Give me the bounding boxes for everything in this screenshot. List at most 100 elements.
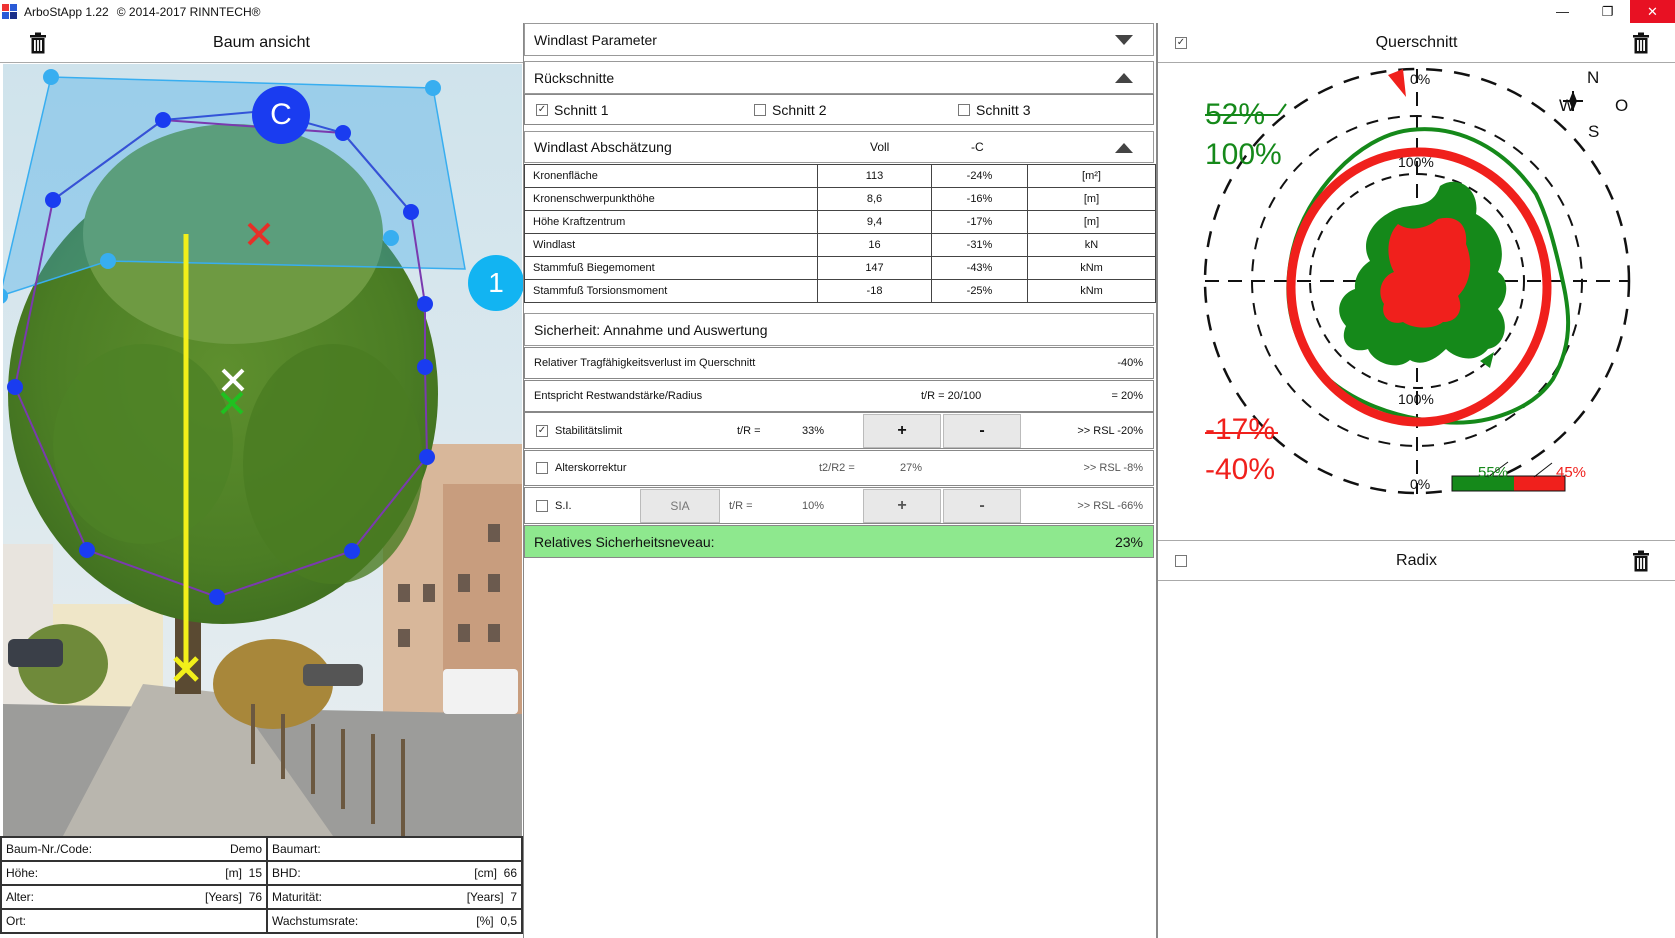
alterskorrektur-row: Alterskorrektur t2/R2 = 27% >> RSL -8% — [524, 450, 1154, 486]
label-bar-red: 45% — [1556, 464, 1587, 481]
stabilitaetslimit-row: ✓ Stabilitätslimit t/R = 33% + - >> RSL … — [524, 412, 1154, 449]
si-label: S.I. — [555, 499, 572, 512]
row-label: Stammfuß Biegemoment — [524, 256, 818, 280]
chevron-up-icon — [1115, 73, 1133, 83]
sia-button[interactable]: SIA — [640, 489, 720, 523]
row-c: -25% — [931, 279, 1028, 303]
row-voll: 8,6 — [817, 187, 932, 211]
stab-result: >> RSL -20% — [1077, 424, 1143, 437]
row-label: Kronenfläche — [524, 164, 818, 188]
close-button[interactable]: ✕ — [1630, 0, 1675, 23]
row-unit: kNm — [1027, 279, 1156, 303]
schnitt-3-checkbox[interactable] — [958, 103, 970, 116]
radix-checkbox[interactable] — [1175, 555, 1187, 567]
schnitt-1-checkbox[interactable]: ✓ — [536, 103, 548, 116]
alter-label: Alterskorrektur — [555, 462, 627, 474]
left-header: Baum ansicht — [0, 23, 523, 63]
left-panel: Baum ansicht C 1 Baum-Nr./Code: Demo Bau… — [0, 23, 523, 938]
windlast-parameter-header[interactable]: Windlast Parameter — [524, 23, 1154, 56]
label-zero-top: 0% — [1410, 71, 1431, 87]
row-voll: 113 — [817, 164, 932, 188]
si-tr: t/R = — [729, 499, 753, 512]
radix-title: Radix — [1396, 551, 1437, 569]
trash-icon[interactable] — [29, 32, 47, 54]
si-pct: 10% — [802, 499, 825, 512]
stab-pct: 33% — [802, 424, 825, 437]
sicherheit-header[interactable]: Sicherheit: Annahme und Auswertung — [524, 313, 1154, 346]
row-c: -17% — [931, 210, 1028, 234]
compass-s: S — [1588, 122, 1600, 141]
table-row: Windlast 16 -31% kN — [524, 233, 1156, 257]
copyright: © 2014-2017 RINNTECH® — [116, 4, 261, 19]
label-hundred-bottom: 100% — [1398, 391, 1434, 407]
restwandstaerke-row: Entspricht Restwandstärke/Radius t/R = 2… — [524, 380, 1154, 412]
row-label: Stammfuß Torsionsmoment — [524, 279, 818, 303]
label-52: 52% — [1205, 98, 1266, 131]
querschnitt-header: ✓ Querschnitt — [1158, 23, 1675, 63]
info-hoehe[interactable]: Höhe: [m] 15 — [0, 860, 268, 886]
row-voll: 9,4 — [817, 210, 932, 234]
middle-panel: Windlast Parameter Rückschnitte ✓ Schnit… — [524, 23, 1156, 938]
info-code[interactable]: Baum-Nr./Code: Demo — [0, 836, 268, 862]
row-voll: 147 — [817, 256, 932, 280]
compass-n: N — [1587, 68, 1600, 87]
rest-value: = 20% — [1111, 390, 1144, 402]
row-voll: 16 — [817, 233, 932, 257]
windlast-abschaetzung-header[interactable]: Windlast Abschätzung Voll -C — [524, 131, 1154, 163]
querschnitt-checkbox[interactable]: ✓ — [1175, 37, 1187, 49]
chevron-down-icon — [1115, 35, 1133, 45]
sicherheitsniveau-row: Relatives Sicherheitsneveau: 23% — [524, 525, 1154, 558]
marker-c[interactable]: C — [252, 86, 310, 144]
row-unit: [m] — [1027, 187, 1156, 211]
info-maturitaet[interactable]: Maturität: [Years] 7 — [266, 884, 523, 910]
stab-plus-button[interactable]: + — [863, 414, 941, 448]
info-alter[interactable]: Alter: [Years] 76 — [0, 884, 268, 910]
chevron-up-icon — [1115, 143, 1133, 153]
niveau-label: Relatives Sicherheitsneveau: — [534, 533, 715, 550]
stabilitaetslimit-checkbox[interactable]: ✓ — [536, 424, 548, 437]
marker-one-clip: 1 — [466, 253, 523, 313]
info-wachstumsrate[interactable]: Wachstumsrate: [%] 0,5 — [266, 908, 523, 934]
si-result: >> RSL -66% — [1077, 499, 1143, 512]
info-ort[interactable]: Ort: — [0, 908, 268, 934]
right-panel: ✓ Querschnitt 52% 100% -17% -40% 0% 100%… — [1158, 23, 1675, 938]
tree-info-table: Baum-Nr./Code: Demo Baumart: Höhe: [m] 15 … — [0, 836, 523, 934]
trash-icon[interactable] — [1632, 32, 1650, 54]
row-label: Höhe Kraftzentrum — [524, 210, 818, 234]
alter-result: >> RSL -8% — [1083, 462, 1143, 474]
querschnitt-title: Querschnitt — [1375, 33, 1458, 51]
table-row: Kronenfläche 113 -24% [m²] — [524, 164, 1156, 188]
schnitt-3-label: Schnitt 3 — [976, 101, 1031, 118]
rest-ratio: t/R = 20/100 — [921, 390, 982, 402]
info-bhd[interactable]: BHD: [cm] 66 — [266, 860, 523, 886]
marker-one[interactable]: 1 — [468, 255, 523, 311]
rest-label: Entspricht Restwandstärke/Radius — [534, 390, 703, 402]
row-label: Kronenschwerpunkthöhe — [524, 187, 818, 211]
rel-value: -40% — [1117, 357, 1143, 369]
tree-image-view[interactable] — [3, 64, 522, 836]
col-voll: Voll — [870, 140, 890, 154]
row-unit: [m] — [1027, 210, 1156, 234]
label-minus-17: -17% — [1205, 413, 1276, 446]
label-zero-bottom: 0% — [1410, 476, 1431, 492]
si-minus-button[interactable]: - — [943, 489, 1021, 523]
si-checkbox[interactable] — [536, 499, 548, 512]
info-baumart[interactable]: Baumart: — [266, 836, 523, 862]
restore-button[interactable]: ❐ — [1585, 0, 1630, 23]
rueckschnitte-header[interactable]: Rückschnitte — [524, 61, 1154, 94]
app-icon — [2, 3, 18, 20]
si-plus-button[interactable]: + — [863, 489, 941, 523]
baum-ansicht-title: Baum ansicht — [213, 33, 310, 51]
label-bar-green: 55% — [1478, 464, 1509, 481]
label-minus-40: -40% — [1205, 453, 1276, 486]
stab-minus-button[interactable]: - — [943, 414, 1021, 448]
row-voll: -18 — [817, 279, 932, 303]
trash-icon[interactable] — [1632, 550, 1650, 572]
row-c: -31% — [931, 233, 1028, 257]
col-c: -C — [971, 140, 984, 154]
alterskorrektur-checkbox[interactable] — [536, 462, 548, 474]
rel-label: Relativer Tragfähigkeitsverlust im Quers… — [534, 357, 756, 369]
minimize-button[interactable]: — — [1540, 0, 1585, 23]
schnitt-2-checkbox[interactable] — [754, 103, 766, 116]
title-bar: ArboStApp 1.22 © 2014-2017 RINNTECH® — ❐… — [0, 0, 1675, 23]
